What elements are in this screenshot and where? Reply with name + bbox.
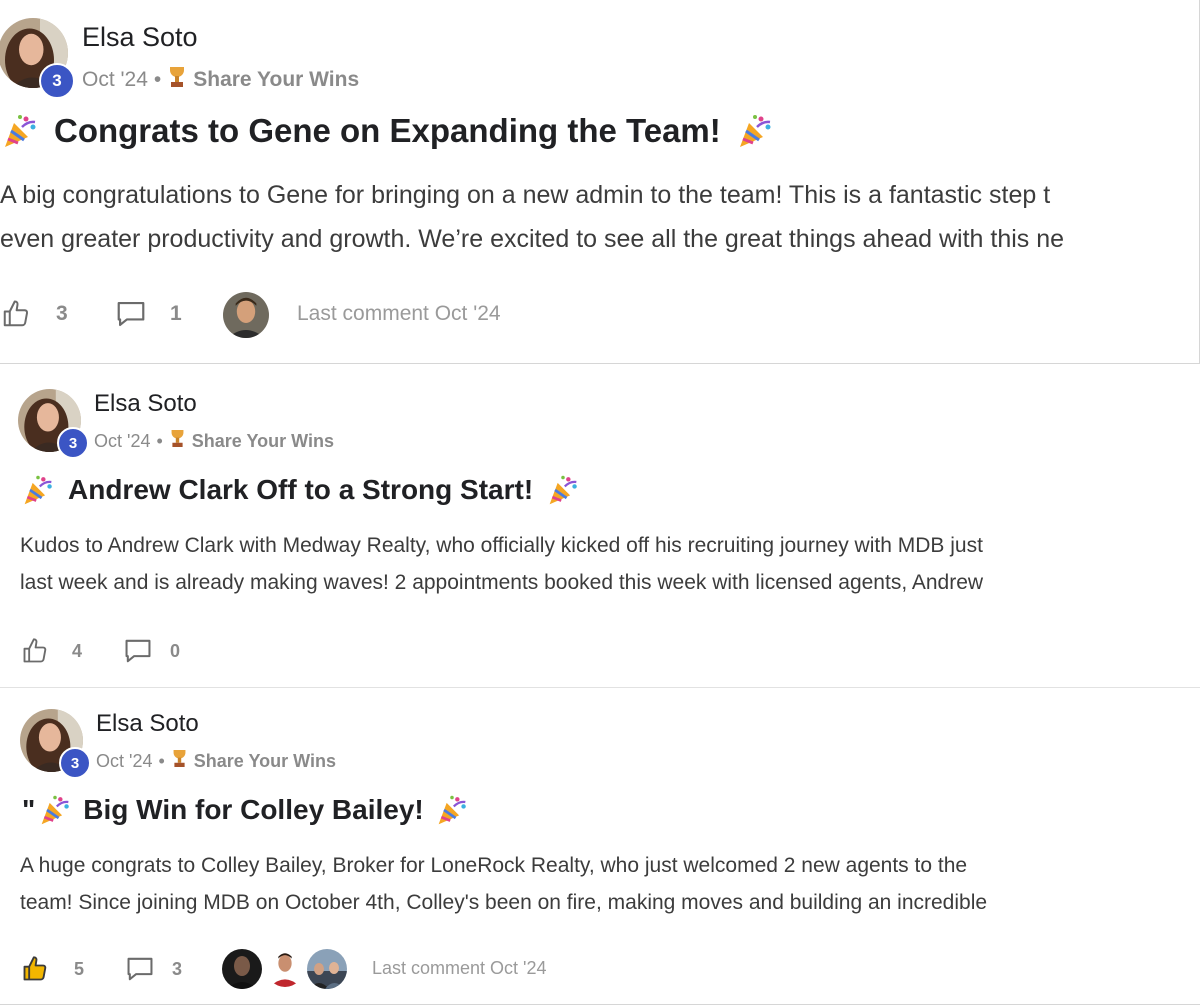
comment-button[interactable]: 1 <box>114 299 182 329</box>
comment-count: 3 <box>172 958 183 979</box>
meta-separator: • <box>158 750 165 771</box>
post-title[interactable]: Andrew Clark Off to a Strong Start! <box>22 474 579 506</box>
post-title-text: Big Win for Colley Bailey! <box>83 794 424 825</box>
party-popper-icon <box>547 474 579 506</box>
like-button[interactable]: 4 <box>20 637 82 665</box>
post-meta: Oct '24 • Share Your Wins <box>96 748 336 774</box>
post-title[interactable]: " Big Win for Colley Bailey! <box>22 794 468 826</box>
post-date[interactable]: Oct '24 <box>82 68 148 92</box>
category-link[interactable]: Share Your Wins <box>193 68 359 92</box>
post-card[interactable]: 3 Elsa Soto Oct '24 • Share Your Wins Co… <box>0 0 1200 364</box>
post-body-line: Kudos to Andrew Clark with Medway Realty… <box>20 534 983 557</box>
meta-separator: • <box>156 430 163 451</box>
post-body-line: team! Since joining MDB on October 4th, … <box>20 891 988 914</box>
author-name[interactable]: Elsa Soto <box>94 390 197 418</box>
thumbs-up-icon <box>3 300 29 327</box>
like-button[interactable]: 3 <box>0 299 68 329</box>
post-card[interactable]: 3 Elsa Soto Oct '24 • Share Your Wins An… <box>0 365 1200 688</box>
trophy-icon <box>169 428 186 454</box>
like-count: 4 <box>72 640 83 661</box>
meta-separator: • <box>153 68 162 91</box>
level-badge: 3 <box>57 427 89 459</box>
post-date[interactable]: Oct '24 <box>96 751 152 772</box>
trophy-icon <box>171 748 188 774</box>
post-title-text: Andrew Clark Off to a Strong Start! <box>68 474 534 505</box>
post-date[interactable]: Oct '24 <box>94 431 150 452</box>
party-popper-icon <box>2 113 38 149</box>
post-body-line: A huge congrats to Colley Bailey, Broker… <box>20 854 968 877</box>
post-body-line: A big congratulations to Gene for bringi… <box>0 181 1051 209</box>
post-title-text: Congrats to Gene on Expanding the Team! <box>54 112 721 149</box>
category-link[interactable]: Share Your Wins <box>194 751 336 772</box>
comment-count: 1 <box>170 302 182 325</box>
post-meta: Oct '24 • Share Your Wins <box>82 65 359 95</box>
comment-count: 0 <box>170 640 181 661</box>
like-count: 3 <box>56 302 68 325</box>
post-meta: Oct '24 • Share Your Wins <box>94 428 334 454</box>
post-body-line: even greater productivity and growth. We… <box>0 225 1065 253</box>
party-popper-icon <box>39 794 71 826</box>
commenter-avatar[interactable] <box>307 949 347 989</box>
commenter-avatar[interactable] <box>222 949 262 989</box>
last-comment-time[interactable]: Last comment Oct '24 <box>372 958 547 979</box>
post-card[interactable]: 3 Elsa Soto Oct '24 • Share Your Wins " … <box>0 689 1200 1005</box>
thumbs-up-icon <box>23 956 47 981</box>
trophy-icon <box>167 65 187 95</box>
comment-icon <box>127 957 153 981</box>
title-quote: " <box>22 794 36 825</box>
category-link[interactable]: Share Your Wins <box>192 431 334 452</box>
last-comment-time[interactable]: Last comment Oct '24 <box>297 302 501 326</box>
author-name[interactable]: Elsa Soto <box>82 22 198 53</box>
comment-icon <box>125 639 151 663</box>
author-name[interactable]: Elsa Soto <box>96 710 199 738</box>
party-popper-icon <box>737 113 773 149</box>
thumbs-up-icon <box>23 638 47 663</box>
level-badge: 3 <box>59 747 91 779</box>
post-body-line: last week and is already making waves! 2… <box>20 571 984 594</box>
party-popper-icon <box>22 474 54 506</box>
comment-button[interactable]: 0 <box>122 637 180 665</box>
party-popper-icon <box>436 794 468 826</box>
comment-button[interactable]: 3 <box>124 955 182 983</box>
commenter-avatar[interactable] <box>223 292 269 338</box>
like-count: 5 <box>74 958 85 979</box>
comment-icon <box>117 302 145 326</box>
post-title[interactable]: Congrats to Gene on Expanding the Team! <box>2 112 773 150</box>
level-badge: 3 <box>39 63 75 99</box>
like-button[interactable]: 5 <box>20 955 84 983</box>
commenter-avatar[interactable] <box>266 949 304 987</box>
